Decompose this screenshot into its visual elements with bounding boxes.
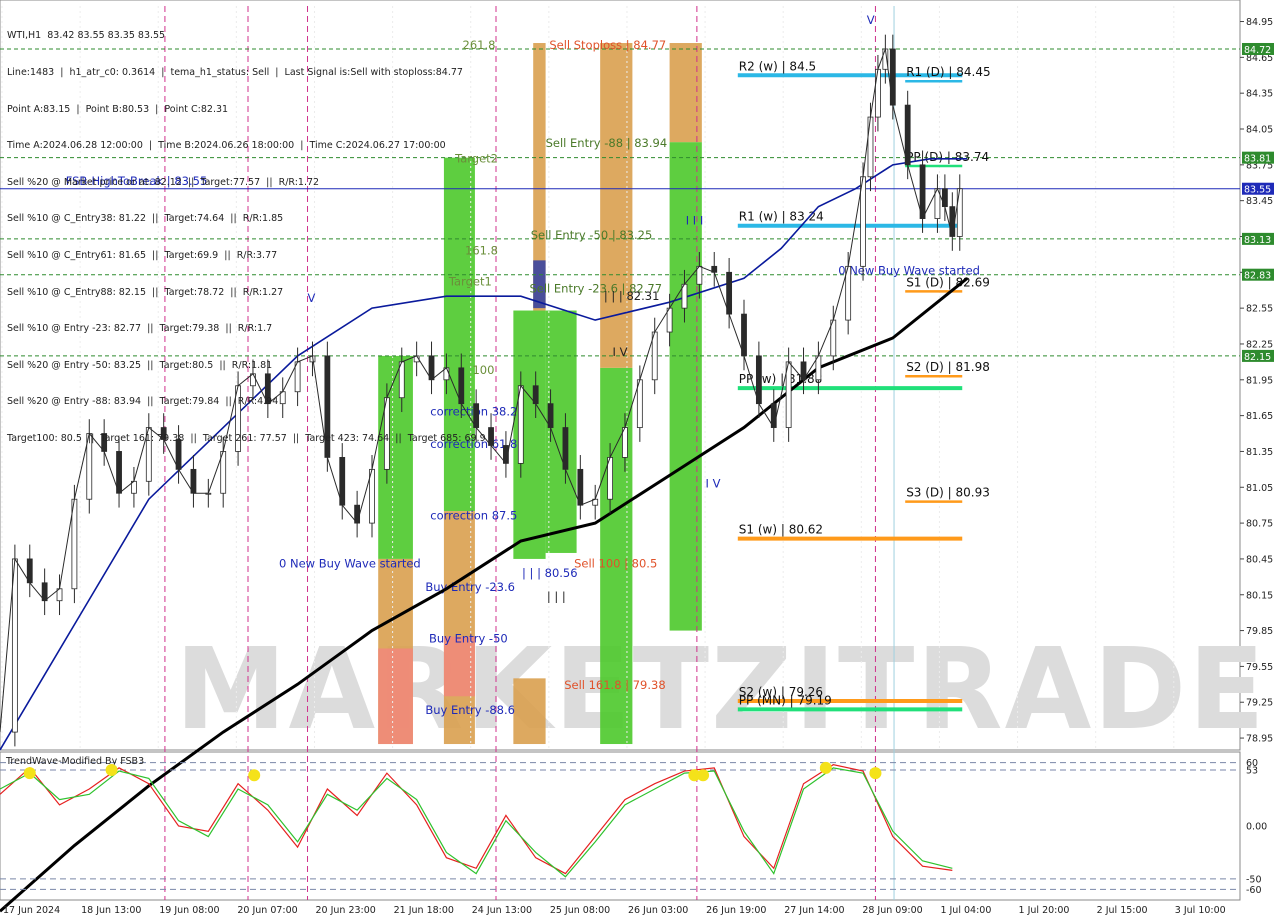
indicator-tick-label: 53 bbox=[1246, 765, 1258, 776]
price-tick-label: 83.45 bbox=[1246, 196, 1273, 207]
indicator-plot-frame bbox=[0, 751, 1241, 901]
price-tick-label: 80.75 bbox=[1246, 519, 1273, 530]
indicator-tick-label: 0.00 bbox=[1246, 822, 1267, 833]
indicator-marker bbox=[248, 769, 261, 782]
info-line: Sell %20 @ Entry -50: 83.25 || Target:80… bbox=[7, 359, 273, 371]
candle-body bbox=[889, 48, 896, 106]
pivot-label: R2 (w) | 84.5 bbox=[739, 59, 816, 73]
indicator-marker bbox=[869, 767, 882, 780]
time-axis-label: 26 Jun 19:00 bbox=[706, 905, 766, 916]
price-tick-label: 78.95 bbox=[1246, 734, 1273, 745]
time-axis-label: 17 Jun 2024 bbox=[3, 905, 60, 916]
annotation-label: I V bbox=[706, 476, 721, 490]
annotation-label: Sell Entry -88 | 83.94 bbox=[546, 136, 668, 150]
price-tick-label: 81.95 bbox=[1246, 375, 1273, 386]
time-axis-label: 21 Jun 18:00 bbox=[394, 905, 454, 916]
info-line: Sell %10 @ C_Entry38: 81.22 || Target:74… bbox=[7, 213, 284, 225]
indicator-tick-label: -50 bbox=[1246, 874, 1262, 885]
signal-zone bbox=[378, 648, 413, 745]
price-tag-label: 83.55 bbox=[1244, 185, 1271, 196]
annotation-label: I V bbox=[613, 345, 628, 359]
pivot-label: R1 (D) | 84.45 bbox=[906, 65, 990, 79]
annotation-label: V bbox=[867, 13, 875, 27]
info-symbol-line: WTI,H1 83.42 83.55 83.35 83.55 bbox=[7, 30, 166, 42]
indicator-title: TrendWave-Modified By FSB3 bbox=[5, 756, 144, 767]
price-tag-label: 82.15 bbox=[1244, 352, 1271, 363]
signal-zone bbox=[513, 678, 546, 745]
time-axis-label: 2 Jul 15:00 bbox=[1097, 905, 1148, 916]
indicator-marker bbox=[697, 769, 710, 782]
pivot-label: PP (D) | 83.74 bbox=[906, 150, 989, 164]
time-axis-label: 24 Jun 13:00 bbox=[472, 905, 532, 916]
price-tick-label: 82.25 bbox=[1246, 339, 1273, 350]
pivot-label: PP (MN) | 79.19 bbox=[739, 693, 832, 707]
annotation-label: Sell 100 | 80.5 bbox=[574, 556, 657, 570]
annotation-label: I I I bbox=[686, 214, 704, 228]
annotation-label: 0 New Buy Wave started bbox=[279, 556, 421, 570]
price-tick-label: 81.65 bbox=[1246, 411, 1273, 422]
candle-body bbox=[867, 116, 874, 178]
time-axis-label: 18 Jun 13:00 bbox=[81, 905, 141, 916]
price-tick-label: 81.05 bbox=[1246, 483, 1273, 494]
time-axis-label: 25 Jun 08:00 bbox=[550, 905, 610, 916]
indicator-marker bbox=[819, 761, 832, 774]
info-line: Sell %20 @ Entry -88: 83.94 || Target:79… bbox=[7, 396, 279, 408]
info-line: Sell %20 @ Market price or at: 82.12 || … bbox=[7, 176, 320, 188]
annotation-label: Sell Stoploss | 84.77 bbox=[549, 38, 666, 52]
info-line: Time A:2024.06.28 12:00:00 | Time B:2024… bbox=[7, 140, 446, 152]
info-line: Sell %10 @ C_Entry88: 82.15 || Target:78… bbox=[7, 286, 284, 298]
candle-body bbox=[956, 188, 963, 237]
indicator-tick-label: -60 bbox=[1246, 885, 1262, 896]
price-tick-label: 82.55 bbox=[1246, 304, 1273, 315]
time-axis-label: 28 Jun 09:00 bbox=[862, 905, 922, 916]
annotation-label: correction 87.5 bbox=[430, 509, 517, 523]
info-line: Sell %10 @ C_Entry61: 81.65 || Target:69… bbox=[7, 249, 278, 261]
pivot-label: R1 (w) | 83.24 bbox=[739, 210, 824, 224]
pivot-label: S1 (w) | 80.62 bbox=[739, 523, 823, 537]
annotation-label: | | | 82.31 bbox=[604, 289, 660, 303]
pivot-label: S3 (D) | 80.93 bbox=[906, 486, 990, 500]
price-tag-label: 82.83 bbox=[1244, 271, 1271, 282]
price-tick-label: 80.45 bbox=[1246, 554, 1273, 565]
indicator-marker bbox=[23, 767, 36, 780]
pivot-label: S2 (D) | 81.98 bbox=[906, 360, 990, 374]
price-tag-label: 83.81 bbox=[1244, 154, 1271, 165]
info-line: Target100: 80.5 || Target 161: 79.38 || … bbox=[7, 432, 486, 444]
price-tick-label: 79.25 bbox=[1246, 698, 1273, 709]
annotation-label: Sell 161.8 | 79.38 bbox=[564, 678, 665, 692]
time-axis-label: 20 Jun 07:00 bbox=[237, 905, 297, 916]
info-line: Sell %10 @ Entry -23: 82.77 || Target:79… bbox=[7, 323, 273, 335]
price-tick-label: 79.85 bbox=[1246, 626, 1273, 637]
signal-zone bbox=[600, 43, 633, 368]
time-axis-label: 27 Jun 14:00 bbox=[784, 905, 844, 916]
indicator-marker bbox=[105, 763, 118, 776]
candle-body bbox=[941, 188, 948, 208]
annotation-label: Buy Entry -88.6 bbox=[425, 703, 515, 717]
price-tag-label: 84.72 bbox=[1244, 45, 1271, 56]
annotation-label: Sell Entry -50 | 83.25 bbox=[531, 228, 653, 242]
annotation-label: | | | 80.56 bbox=[522, 566, 578, 580]
time-axis-label: 26 Jun 03:00 bbox=[628, 905, 688, 916]
price-tick-label: 84.35 bbox=[1246, 89, 1273, 100]
info-panel: WTI,H1 83.42 83.55 83.35 83.55 Line:1483… bbox=[7, 6, 486, 457]
watermark-text: MARKETZITRADE bbox=[175, 625, 1267, 755]
time-axis-label: 19 Jun 08:00 bbox=[159, 905, 219, 916]
time-axis-label: 20 Jun 23:00 bbox=[315, 905, 375, 916]
price-tag-label: 83.13 bbox=[1244, 235, 1271, 246]
time-axis-label: 3 Jul 10:00 bbox=[1175, 905, 1226, 916]
candle-body bbox=[949, 206, 956, 237]
price-tick-label: 81.35 bbox=[1246, 447, 1273, 458]
price-tick-label: 79.55 bbox=[1246, 662, 1273, 673]
price-tick-label: 84.95 bbox=[1246, 17, 1273, 28]
annotation-label: 0 New Buy Wave started bbox=[838, 264, 980, 278]
annotation-label: | | | bbox=[547, 590, 566, 604]
time-axis-label: 1 Jul 04:00 bbox=[940, 905, 991, 916]
info-line: Line:1483 | h1_atr_c0: 0.3614 | tema_h1_… bbox=[7, 67, 463, 78]
price-tick-label: 80.15 bbox=[1246, 590, 1273, 601]
info-line: Point A:83.15 | Point B:80.53 | Point C:… bbox=[7, 103, 229, 115]
time-axis-label: 1 Jul 20:00 bbox=[1019, 905, 1070, 916]
candle-body bbox=[875, 68, 881, 118]
annotation-label: Buy Entry -50 bbox=[429, 632, 508, 646]
price-tick-label: 84.05 bbox=[1246, 125, 1273, 136]
